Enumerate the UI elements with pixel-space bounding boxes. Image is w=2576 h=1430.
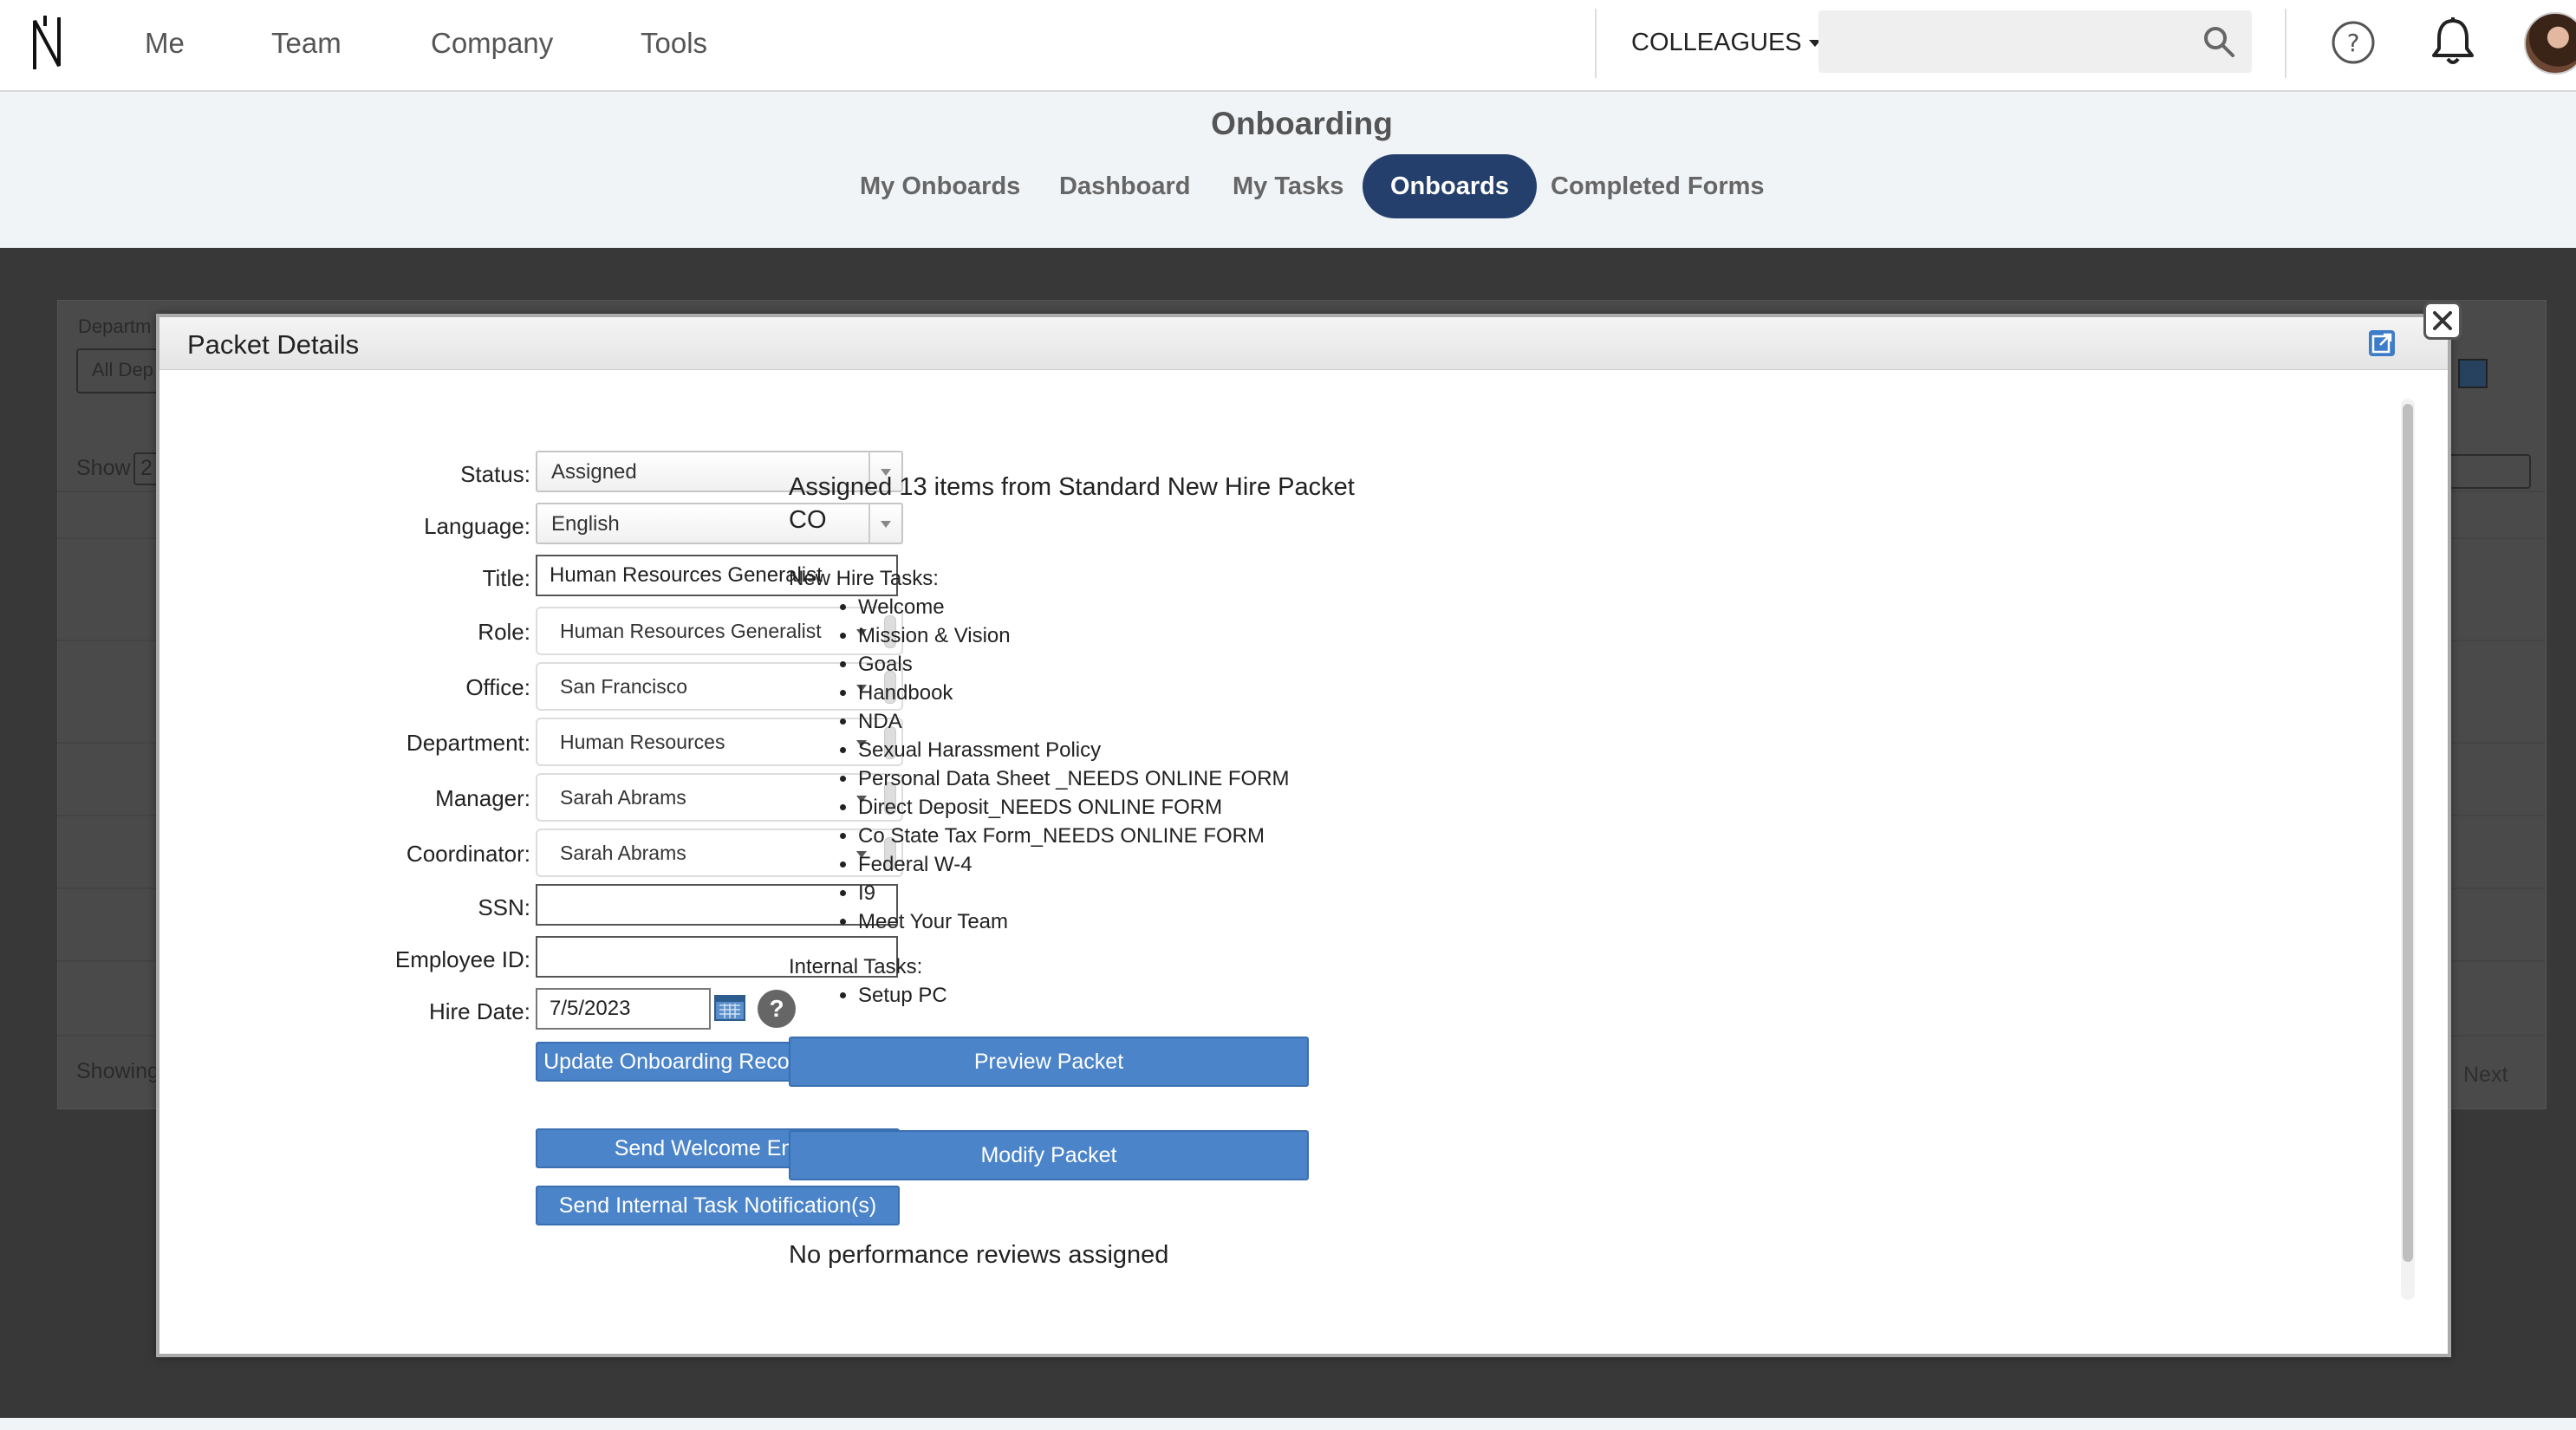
chevron-down-icon (868, 504, 901, 543)
nav-divider (2285, 9, 2287, 78)
notification-bell-icon[interactable] (2429, 16, 2477, 68)
bg-showing-label: Showing (76, 1059, 159, 1083)
bg-search-box (2444, 454, 2531, 489)
update-onboarding-record-button[interactable]: Update Onboarding Record (536, 1042, 816, 1082)
assigned-summary-line1: Assigned 13 items from Standard New Hire… (789, 473, 1355, 501)
search-icon[interactable] (2202, 24, 2236, 59)
preview-packet-button[interactable]: Preview Packet (789, 1037, 1309, 1087)
onboarding-subheader: Onboarding My Onboards Dashboard My Task… (0, 92, 2576, 248)
new-hire-task-list: Welcome Mission & Vision Goals Handbook … (789, 593, 1290, 936)
bg-department-label: Departm (78, 315, 152, 337)
company-logo[interactable] (26, 12, 68, 75)
list-item: I9 (858, 879, 1290, 907)
popout-icon[interactable] (2368, 329, 2396, 357)
colleagues-label: COLLEAGUES (1631, 29, 1802, 56)
page-title: Onboarding (1211, 106, 1393, 141)
nav-tools[interactable]: Tools (641, 23, 707, 64)
list-item: Setup PC (858, 981, 947, 1010)
bg-department-value: All Dep (92, 359, 153, 380)
list-item: Meet Your Team (858, 907, 1290, 936)
list-item: Welcome (858, 593, 1290, 621)
tab-my-onboards[interactable]: My Onboards (832, 154, 1048, 218)
nav-divider (1595, 9, 1597, 78)
bg-calendar-icon (2458, 359, 2488, 388)
nav-company[interactable]: Company (431, 23, 553, 64)
list-item: Sexual Harassment Policy (858, 736, 1290, 764)
user-avatar[interactable] (2524, 12, 2576, 75)
modal-header: Packet Details (159, 317, 2448, 370)
list-item: NDA (858, 707, 1290, 736)
tab-completed-forms[interactable]: Completed Forms (1523, 154, 1792, 218)
language-label: Language: (424, 513, 530, 539)
modal-title: Packet Details (187, 329, 360, 360)
close-icon (2433, 311, 2452, 330)
new-hire-tasks-heading: New Hire Tasks: (789, 567, 939, 590)
scrollbar-thumb[interactable] (2403, 404, 2413, 1262)
list-item: Federal W-4 (858, 850, 1290, 879)
manager-value: Sarah Abrams (560, 786, 686, 809)
modify-packet-button[interactable]: Modify Packet (789, 1130, 1309, 1180)
department-label: Department: (406, 730, 530, 756)
department-value: Human Resources (560, 731, 725, 753)
nav-team[interactable]: Team (271, 23, 342, 64)
tab-onboards[interactable]: Onboards (1363, 154, 1537, 218)
bg-show-value: 2 (140, 456, 153, 480)
list-item: Mission & Vision (858, 621, 1290, 650)
manager-label: Manager: (435, 785, 530, 811)
modal-close-button[interactable] (2423, 302, 2462, 340)
office-value: San Francisco (560, 675, 688, 698)
ssn-label: SSN: (478, 894, 530, 920)
list-item: Goals (858, 650, 1290, 679)
send-internal-task-notification-button[interactable]: Send Internal Task Notification(s) (536, 1186, 900, 1225)
list-item: Personal Data Sheet _NEEDS ONLINE FORM (858, 764, 1290, 793)
role-label: Role: (478, 619, 530, 645)
employee-id-label: Employee ID: (394, 946, 530, 972)
internal-tasks-heading: Internal Tasks: (789, 955, 923, 978)
coordinator-label: Coordinator: (406, 841, 530, 867)
internal-task-list: Setup PC (789, 981, 947, 1010)
assigned-summary-line2: CO (789, 506, 827, 534)
calendar-icon[interactable] (714, 995, 745, 1021)
bg-show-label: Show (76, 456, 131, 480)
performance-reviews-status: No performance reviews assigned (789, 1241, 1169, 1269)
nav-me[interactable]: Me (145, 23, 185, 64)
status-label: Status: (460, 461, 530, 487)
svg-text:?: ? (2347, 29, 2360, 57)
top-nav: Me Team Company Tools COLLEAGUES ? (0, 0, 2576, 92)
title-label: Title: (482, 565, 530, 591)
office-label: Office: (465, 674, 530, 700)
language-value: English (551, 512, 620, 536)
role-value: Human Resources Generalist (560, 620, 822, 642)
list-item: Co State Tax Form_NEEDS ONLINE FORM (858, 822, 1290, 850)
list-item: Handbook (858, 679, 1290, 707)
language-select[interactable]: English (536, 503, 903, 544)
coordinator-value: Sarah Abrams (560, 842, 686, 864)
status-value: Assigned (551, 460, 637, 484)
packet-details-modal: Packet Details Status: Assigned Language… (156, 314, 2451, 1357)
hire-date-input[interactable]: 7/5/2023 (536, 988, 711, 1030)
search-input[interactable] (1818, 10, 2252, 73)
tab-my-tasks[interactable]: My Tasks (1205, 154, 1371, 218)
colleagues-dropdown[interactable]: COLLEAGUES (1631, 23, 1821, 62)
list-item: Direct Deposit_NEEDS ONLINE FORM (858, 793, 1290, 822)
page-footer-strip (0, 1418, 2576, 1430)
hire-date-label: Hire Date: (428, 998, 530, 1024)
help-icon[interactable]: ? (2330, 19, 2377, 66)
bg-next-link: Next (2463, 1063, 2508, 1087)
tab-dashboard[interactable]: Dashboard (1031, 154, 1218, 218)
